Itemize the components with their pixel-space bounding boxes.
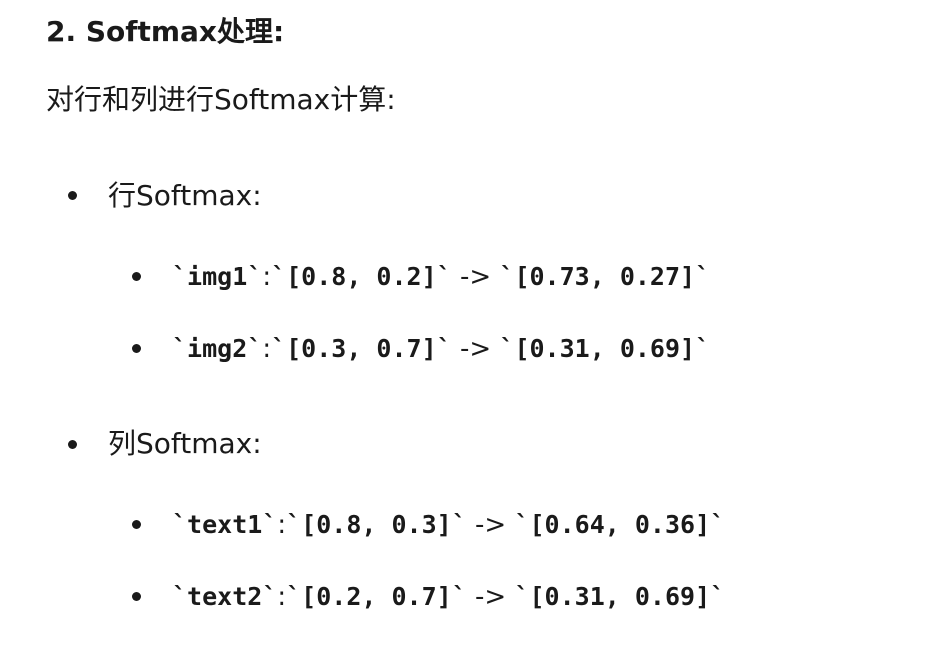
item-input: `[0.8, 0.3]` [286,510,467,539]
item-separator: : [277,510,287,540]
item-arrow: -> [466,582,515,612]
list-item: `text2`:`[0.2, 0.7]` -> `[0.31, 0.69]` [172,577,725,617]
col-softmax-label: 列Softmax: [108,427,262,460]
section-heading: 2. Softmax处理: [46,15,285,48]
item-name: `text2` [172,582,278,611]
item-name: `img2` [172,334,263,363]
list-item: `text1`:`[0.8, 0.3]` -> `[0.64, 0.36]` [172,505,725,545]
item-output: `[0.31, 0.69]` [514,582,726,611]
item-output: `[0.73, 0.27]` [499,262,711,291]
item-separator: : [277,582,287,612]
bullet-icon [132,272,141,281]
item-output: `[0.64, 0.36]` [514,510,726,539]
item-input: `[0.3, 0.7]` [271,334,452,363]
list-item: `img2`:`[0.3, 0.7]` -> `[0.31, 0.69]` [172,329,710,369]
bullet-icon [68,440,77,449]
item-name: `img1` [172,262,263,291]
bullet-icon [132,520,141,529]
item-input: `[0.2, 0.7]` [286,582,467,611]
item-input: `[0.8, 0.2]` [271,262,452,291]
bullet-icon [132,344,141,353]
intro-text: 对行和列进行Softmax计算: [46,83,396,116]
item-name: `text1` [172,510,278,539]
row-softmax-label: 行Softmax: [108,179,262,212]
item-output: `[0.31, 0.69]` [499,334,711,363]
item-arrow: -> [451,262,500,292]
item-arrow: -> [466,510,515,540]
bullet-icon [132,592,141,601]
item-separator: : [262,334,272,364]
item-separator: : [262,262,272,292]
list-item: `img1`:`[0.8, 0.2]` -> `[0.73, 0.27]` [172,257,710,297]
item-arrow: -> [451,334,500,364]
bullet-icon [68,191,77,200]
